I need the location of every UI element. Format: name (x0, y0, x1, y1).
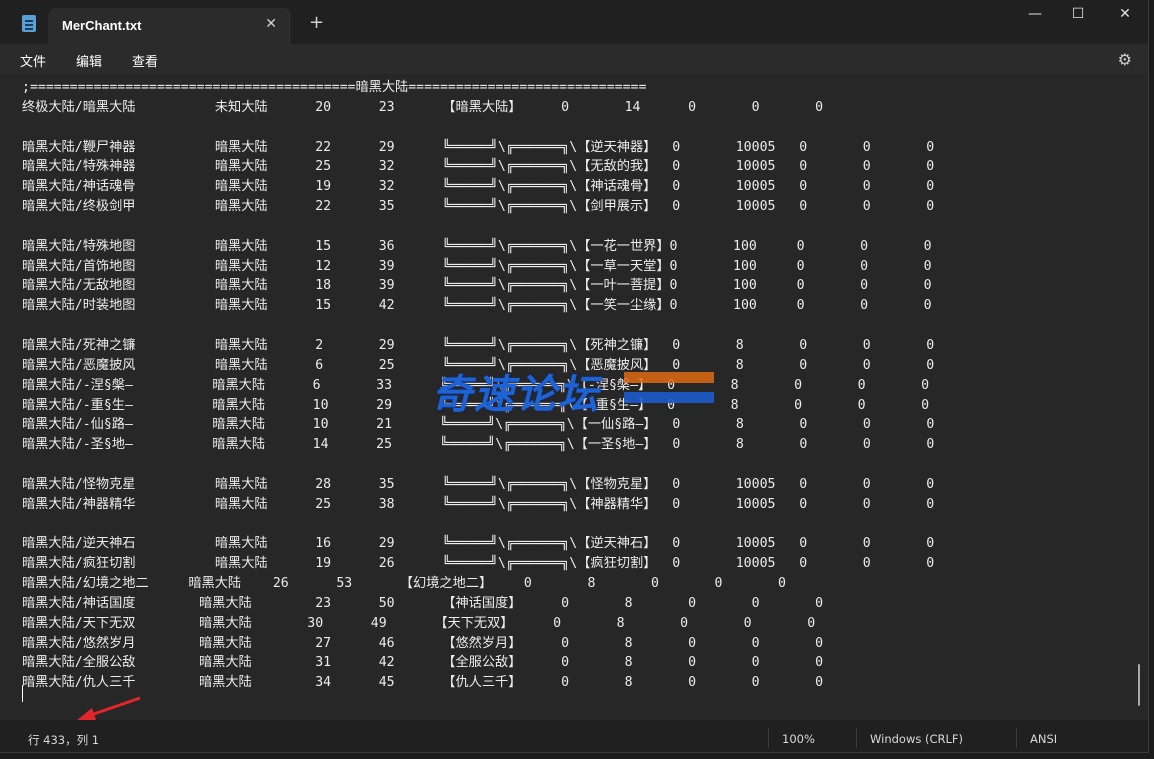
watermark-stripe-orange (624, 372, 714, 383)
text-line: 暗黑大陆/特殊神器 暗黑大陆 25 32 ╚═════╝\╔══════╗\【无… (22, 159, 935, 175)
maximize-button[interactable]: ☐ (1068, 6, 1088, 26)
text-line: 暗黑大陆/悠然岁月 暗黑大陆 27 46 【悠然岁月】 0 8 0 0 0 (22, 635, 824, 651)
watermark-stripe-blue (624, 392, 714, 403)
text-line: 暗黑大陆/鞭尸神器 暗黑大陆 22 29 ╚═════╝\╔══════╗\【逆… (22, 139, 935, 155)
text-line: 暗黑大陆/-圣§地— 暗黑大陆 14 25 ╚═════╝\╔══════╗\【… (22, 437, 935, 453)
text-line: 暗黑大陆/特殊地图 暗黑大陆 15 36 ╚═════╝\╔══════╗\【一… (22, 238, 932, 254)
minimize-button[interactable]: — (1025, 6, 1045, 26)
tab-merchant-txt[interactable]: MerChant.txt ✕ (48, 8, 291, 44)
text-line: 暗黑大陆/首饰地图 暗黑大陆 12 39 ╚═════╝\╔══════╗\【一… (22, 258, 932, 274)
text-line: 暗黑大陆/幻境之地二 暗黑大陆 26 53 【幻境之地二】 0 8 0 0 0 (22, 576, 786, 592)
status-divider (1016, 728, 1017, 748)
text-line: 暗黑大陆/怪物克星 暗黑大陆 28 35 ╚═════╝\╔══════╗\【怪… (22, 476, 935, 492)
tab-close-icon[interactable]: ✕ (265, 16, 277, 32)
text-line: 暗黑大陆/仇人三千 暗黑大陆 34 45 【仇人三千】 0 8 0 0 0 (22, 675, 824, 691)
menu-bar: 文件 编辑 查看 ⚙ (0, 44, 1148, 74)
text-line (22, 118, 1132, 138)
text-line (22, 515, 1132, 535)
text-line: 暗黑大陆/神器精华 暗黑大陆 25 38 ╚═════╝\╔══════╗\【神… (22, 496, 935, 512)
encoding[interactable]: ANSI (1030, 732, 1057, 746)
text-line: 终极大陆/暗黑大陆 未知大陆 20 23 【暗黑大陆】 0 14 0 0 0 (22, 99, 824, 115)
text-line (22, 217, 1132, 237)
status-divider (768, 728, 769, 748)
text-line: 暗黑大陆/神话国度 暗黑大陆 23 50 【神话国度】 0 8 0 0 0 (22, 595, 824, 611)
text-line: ;=======================================… (22, 80, 647, 95)
status-divider (856, 728, 857, 748)
text-line: 暗黑大陆/时装地图 暗黑大陆 15 42 ╚═════╝\╔══════╗\【一… (22, 298, 932, 314)
text-line: 暗黑大陆/逆天神石 暗黑大陆 16 29 ╚═════╝\╔══════╗\【逆… (22, 536, 935, 552)
text-editor[interactable]: ;=======================================… (0, 74, 1148, 720)
menu-view[interactable]: 查看 (132, 51, 158, 70)
text-line (22, 316, 1132, 336)
tab-title: MerChant.txt (62, 18, 142, 33)
zoom-level[interactable]: 100% (782, 732, 815, 746)
text-line: 暗黑大陆/无敌地图 暗黑大陆 18 39 ╚═════╝\╔══════╗\【一… (22, 278, 932, 294)
text-caret (22, 685, 23, 702)
vertical-scrollbar[interactable] (1138, 664, 1140, 706)
notepad-app-icon (22, 15, 36, 32)
text-line: 暗黑大陆/神话魂骨 暗黑大陆 19 32 ╚═════╝\╔══════╗\【神… (22, 179, 935, 195)
menu-file[interactable]: 文件 (20, 51, 46, 70)
title-bar: MerChant.txt ✕ + — ☐ ✕ (0, 0, 1148, 44)
text-line: 暗黑大陆/死神之镰 暗黑大陆 2 29 ╚═════╝\╔══════╗\【死神… (22, 337, 935, 353)
watermark-logo: 奇速论坛 (432, 372, 600, 418)
text-line (22, 455, 1132, 475)
cursor-position: 行 433，列 1 (28, 733, 100, 747)
close-window-button[interactable]: ✕ (1115, 6, 1135, 26)
status-bar: 行 433，列 1 100% Windows (CRLF) ANSI (0, 720, 1148, 752)
text-line: 暗黑大陆/天下无双 暗黑大陆 30 49 【天下无双】 0 8 0 0 0 (22, 615, 816, 631)
notepad-window: MerChant.txt ✕ + — ☐ ✕ 文件 编辑 查看 ⚙ ;=====… (0, 0, 1149, 753)
menu-edit[interactable]: 编辑 (76, 51, 102, 70)
line-ending[interactable]: Windows (CRLF) (870, 732, 963, 746)
text-line: 暗黑大陆/终极剑甲 暗黑大陆 22 35 ╚═════╝\╔══════╗\【剑… (22, 199, 935, 215)
text-line: 暗黑大陆/全服公敌 暗黑大陆 31 42 【全服公敌】 0 8 0 0 0 (22, 655, 824, 671)
text-line: 暗黑大陆/疯狂切割 暗黑大陆 19 26 ╚═════╝\╔══════╗\【疯… (22, 556, 935, 572)
new-tab-button[interactable]: + (309, 14, 324, 32)
gear-icon[interactable]: ⚙ (1118, 50, 1132, 69)
